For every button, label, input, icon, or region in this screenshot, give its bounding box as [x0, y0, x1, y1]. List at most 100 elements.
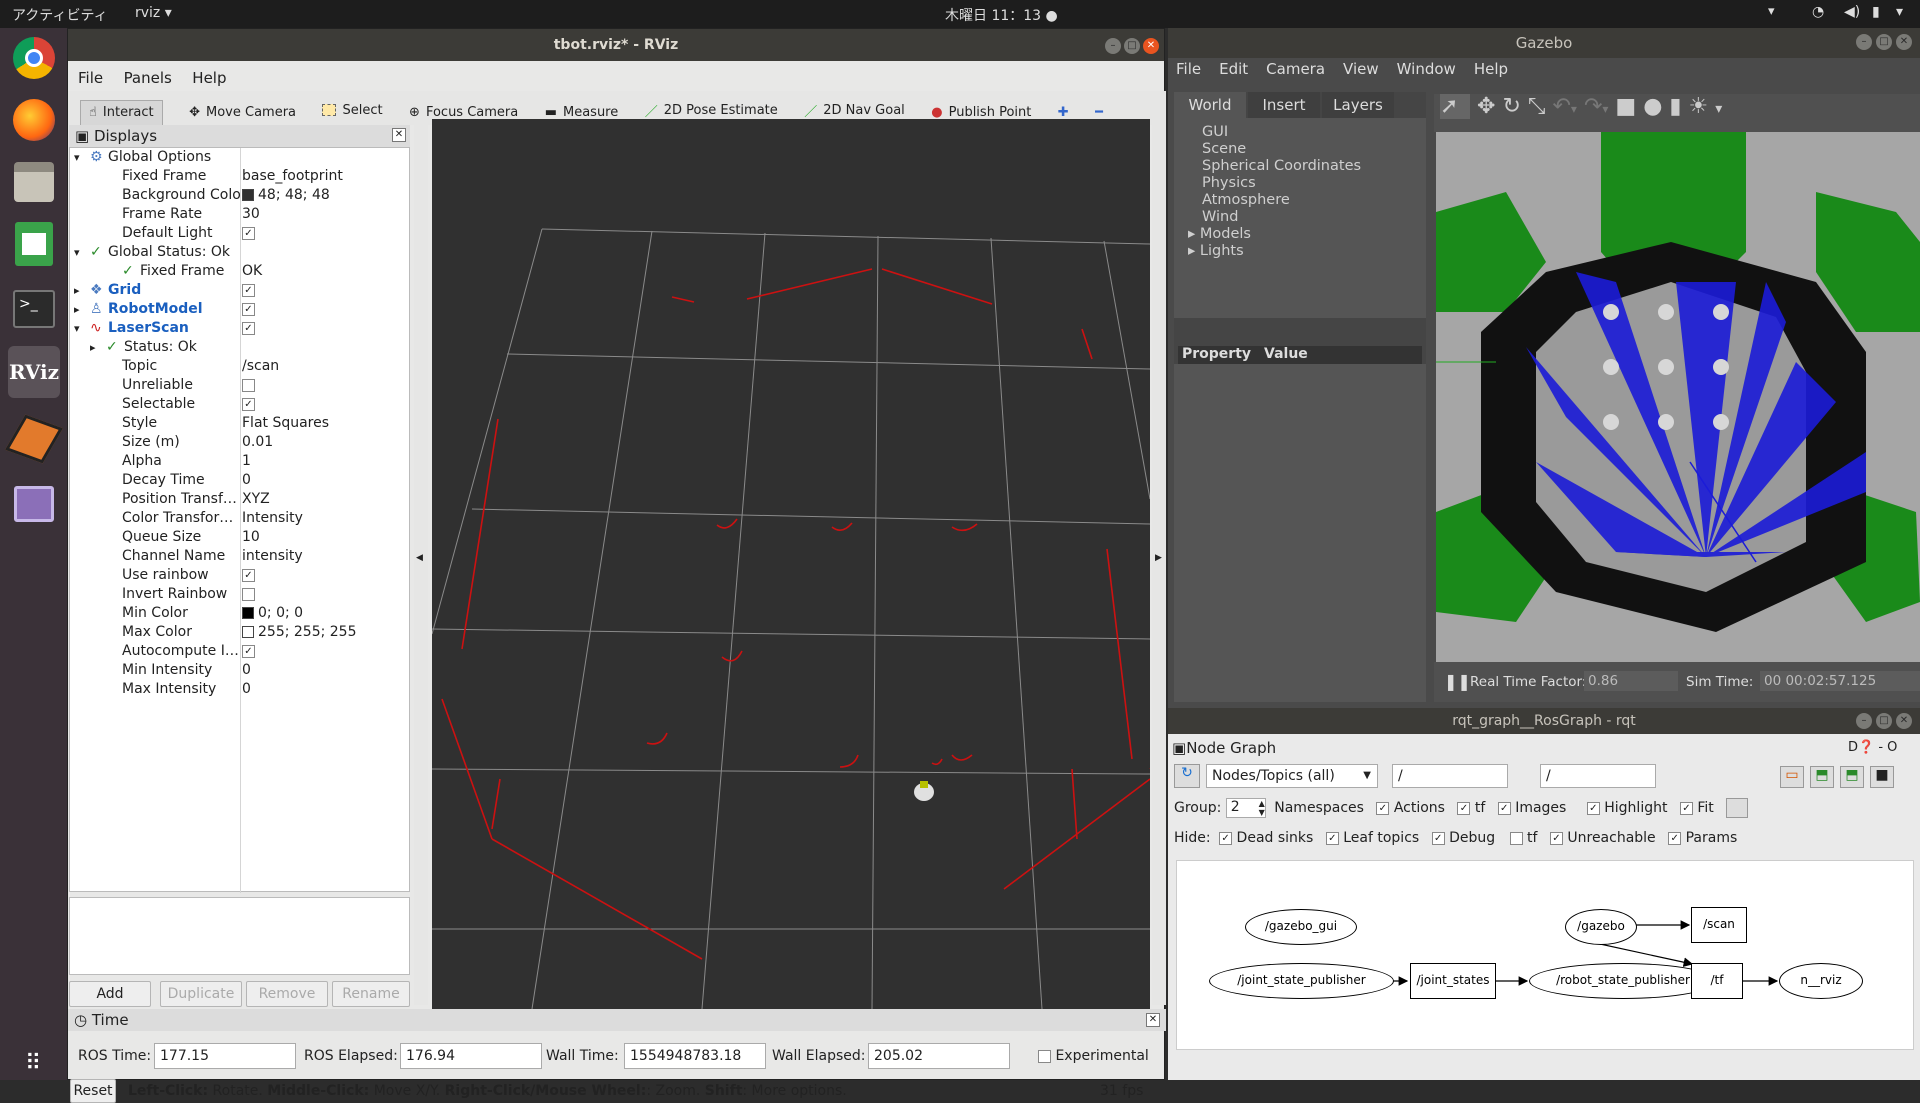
close-button[interactable]: ✕ — [1896, 713, 1912, 729]
display-row[interactable]: ▾ ∿ LaserScan ✓ — [70, 319, 410, 338]
checkbox[interactable]: ✓ — [242, 568, 255, 582]
more-icon[interactable]: ▾ — [1715, 101, 1722, 117]
maximize-button[interactable]: □ — [1124, 38, 1140, 54]
menu-view[interactable]: View — [1343, 60, 1379, 78]
expand-arrow-icon[interactable]: ▾ — [74, 319, 80, 338]
actions-checkbox[interactable]: ✓ Actions — [1376, 800, 1445, 816]
battery-icon[interactable]: ▮ — [1872, 4, 1880, 20]
display-row[interactable]: Decay Time 0 — [70, 471, 410, 490]
display-row[interactable]: Background Color 48; 48; 48 — [70, 186, 410, 205]
display-row[interactable]: ▸ ❖ Grid ✓ — [70, 281, 410, 300]
display-row[interactable]: Style Flat Squares — [70, 414, 410, 433]
row-value[interactable]: 0 — [242, 680, 251, 699]
wifi-icon[interactable]: ◔ — [1812, 4, 1824, 20]
row-value[interactable] — [242, 585, 255, 604]
close-panel-icon[interactable]: ✕ — [1146, 1013, 1160, 1027]
close-button[interactable]: ✕ — [1143, 38, 1159, 54]
gazebo-scene[interactable] — [1436, 132, 1920, 662]
row-value[interactable]: base_footprint — [242, 167, 343, 186]
display-row[interactable]: Fixed Frame base_footprint — [70, 167, 410, 186]
mode-select[interactable]: Nodes/Topics (all) ▼ — [1206, 764, 1378, 788]
world-item-physics[interactable]: Physics — [1202, 175, 1426, 192]
row-value[interactable]: 255; 255; 255 — [242, 623, 357, 642]
tool-move-camera[interactable]: ✥ Move Camera — [189, 100, 296, 126]
sphere-icon[interactable]: ● — [1643, 94, 1662, 119]
graph-node-joint-state-publisher[interactable]: /joint_state_publisher — [1209, 963, 1394, 999]
display-row[interactable]: Min Color 0; 0; 0 — [70, 604, 410, 623]
row-value[interactable]: ✓ — [242, 395, 255, 414]
graph-node-gazebo[interactable]: /gazebo — [1565, 909, 1637, 945]
right-splitter[interactable]: ▶ — [1152, 125, 1166, 1005]
app-menu[interactable]: rviz ▾ — [135, 5, 172, 21]
tab-insert[interactable]: Insert — [1248, 92, 1320, 118]
refresh-icon[interactable]: ↻ — [1174, 764, 1200, 788]
checkbox[interactable]: ✓ — [242, 283, 255, 297]
virtualbox-icon[interactable] — [5, 413, 63, 465]
menu-camera[interactable]: Camera — [1266, 60, 1325, 78]
translate-icon[interactable]: ✥ — [1477, 94, 1495, 119]
graph-topic-joint-states[interactable]: /joint_states — [1410, 963, 1496, 999]
reset-button[interactable]: Reset — [70, 1079, 116, 1103]
row-value[interactable]: ✓ — [242, 300, 255, 319]
minimize-button[interactable]: – — [1105, 38, 1121, 54]
clock[interactable]: 木曜日 11：13 ● — [945, 5, 1058, 25]
maximize-button[interactable]: □ — [1876, 713, 1892, 729]
network-icon[interactable] — [8, 478, 60, 530]
row-value[interactable]: Flat Squares — [242, 414, 329, 433]
checkbox[interactable] — [242, 587, 255, 601]
save-svg-icon[interactable]: ⬒ — [1840, 766, 1864, 788]
display-row[interactable]: ▾ ⚙ Global Options — [70, 148, 410, 167]
world-item-lights[interactable]: ▸ Lights — [1188, 243, 1426, 260]
help-icon[interactable]: D❓ - O — [1848, 736, 1897, 760]
gazebo-render[interactable] — [1436, 132, 1920, 662]
menu-edit[interactable]: Edit — [1219, 60, 1248, 78]
display-row[interactable]: Max Intensity 0 — [70, 680, 410, 699]
redo-icon[interactable]: ↷ — [1584, 94, 1602, 119]
display-row[interactable]: ✓ Fixed Frame OK — [70, 262, 410, 281]
display-row[interactable]: Size (m) 0.01 — [70, 433, 410, 452]
graph-topic-tf[interactable]: /tf — [1691, 963, 1743, 999]
expand-arrow-icon[interactable]: ▸ — [74, 300, 80, 319]
images-checkbox[interactable]: ✓ Images — [1497, 800, 1566, 816]
display-row[interactable]: Queue Size 10 — [70, 528, 410, 547]
row-value[interactable]: /scan — [242, 357, 279, 376]
pause-icon[interactable]: ❚❚ — [1444, 672, 1471, 691]
row-value[interactable]: ✓ — [242, 281, 255, 300]
leaf-topics-checkbox[interactable]: ✓ Leaf topics — [1325, 830, 1419, 846]
volume-icon[interactable]: ◀) — [1844, 4, 1860, 20]
display-row[interactable]: Color Transfor… Intensity — [70, 509, 410, 528]
checkbox[interactable]: ✓ — [242, 644, 255, 658]
tab-world[interactable]: World — [1174, 92, 1246, 118]
dropdown-icon[interactable]: ▾ — [1768, 4, 1775, 19]
display-row[interactable]: Use rainbow ✓ — [70, 566, 410, 585]
spreadsheet-icon[interactable] — [8, 218, 60, 270]
fit-view-icon[interactable] — [1726, 798, 1749, 818]
remove-button[interactable]: Remove — [246, 981, 328, 1007]
expand-arrow-icon[interactable]: ▾ — [74, 243, 80, 262]
apps-grid-icon[interactable]: ⠿ — [8, 1038, 60, 1090]
display-row[interactable]: Autocompute I… ✓ — [70, 642, 410, 661]
cylinder-icon[interactable]: ▮ — [1669, 94, 1681, 119]
duplicate-button[interactable]: Duplicate — [160, 981, 242, 1007]
tab-layers[interactable]: Layers — [1322, 92, 1394, 118]
rotate-icon[interactable]: ↻ — [1502, 94, 1520, 119]
files-icon[interactable] — [8, 156, 60, 208]
robot-model[interactable] — [914, 781, 934, 801]
activities-button[interactable]: アクティビティ — [12, 5, 108, 25]
load-icon[interactable]: ▭ — [1780, 766, 1804, 788]
row-value[interactable]: intensity — [242, 547, 303, 566]
chrome-icon[interactable] — [8, 32, 60, 84]
checkbox[interactable]: ✓ — [242, 397, 255, 411]
row-value[interactable]: ✓ — [242, 224, 255, 243]
undo-icon[interactable]: ↶ — [1552, 94, 1570, 119]
scale-icon[interactable]: ⤡ — [1528, 94, 1546, 119]
graph-node-robot-state-publisher[interactable]: /robot_state_publisher — [1529, 963, 1717, 999]
light-icon[interactable]: ☀ — [1689, 94, 1709, 119]
unreachable-checkbox[interactable]: ✓ Unreachable — [1549, 830, 1656, 846]
row-value[interactable]: XYZ — [242, 490, 270, 509]
display-row[interactable]: ▸ ♙ RobotModel ✓ — [70, 300, 410, 319]
checkbox[interactable]: ✓ — [242, 321, 255, 335]
graph-canvas[interactable]: /gazebo_gui /gazebo /scan /joint_state_p… — [1176, 860, 1914, 1050]
display-row[interactable]: Invert Rainbow — [70, 585, 410, 604]
row-value[interactable]: 30 — [242, 205, 260, 224]
